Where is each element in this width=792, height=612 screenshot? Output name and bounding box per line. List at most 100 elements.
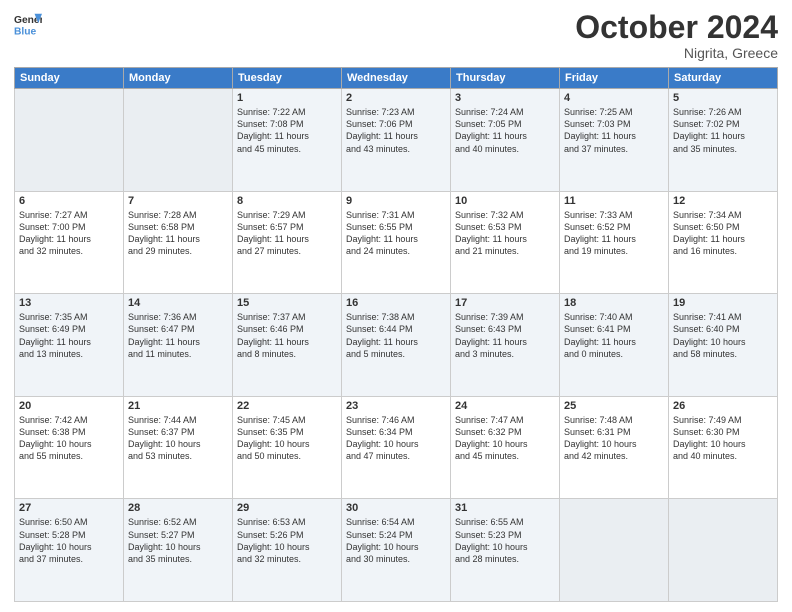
sunset-line: Sunset: 5:24 PM <box>346 529 446 541</box>
sunset-line: Sunset: 6:43 PM <box>455 323 555 335</box>
table-row: 8Sunrise: 7:29 AMSunset: 6:57 PMDaylight… <box>233 191 342 294</box>
sunset-line: Sunset: 6:41 PM <box>564 323 664 335</box>
table-row <box>669 499 778 602</box>
daylight-hours-label: Daylight: 10 hours <box>19 541 119 553</box>
daylight-hours-label: Daylight: 11 hours <box>564 336 664 348</box>
sunrise-line: Sunrise: 7:39 AM <box>455 311 555 323</box>
table-row <box>560 499 669 602</box>
daylight-hours-label: Daylight: 10 hours <box>564 438 664 450</box>
daylight-hours-label: Daylight: 10 hours <box>455 541 555 553</box>
col-friday: Friday <box>560 68 669 89</box>
calendar-week-row: 20Sunrise: 7:42 AMSunset: 6:38 PMDayligh… <box>15 396 778 499</box>
daylight-hours-label: Daylight: 11 hours <box>237 233 337 245</box>
table-row: 4Sunrise: 7:25 AMSunset: 7:03 PMDaylight… <box>560 89 669 192</box>
day-number: 11 <box>564 195 664 207</box>
day-number: 13 <box>19 297 119 309</box>
daylight-hours-label: Daylight: 11 hours <box>346 130 446 142</box>
table-row: 25Sunrise: 7:48 AMSunset: 6:31 PMDayligh… <box>560 396 669 499</box>
col-saturday: Saturday <box>669 68 778 89</box>
sunrise-line: Sunrise: 7:40 AM <box>564 311 664 323</box>
day-number: 18 <box>564 297 664 309</box>
daylight-hours-label: Daylight: 10 hours <box>237 541 337 553</box>
table-row: 18 Sunrise: 7:40 AMSunset: 6:41 PMDayligh… <box>560 294 669 397</box>
daylight-minutes-label: and 13 minutes. <box>19 348 119 360</box>
sunrise-line: Sunrise: 7:37 AM <box>237 311 337 323</box>
logo: General Blue <box>14 10 42 38</box>
daylight-minutes-label: and 40 minutes. <box>673 450 773 462</box>
sunrise-line: Sunrise: 7:24 AM <box>455 106 555 118</box>
sunset-line: Sunset: 6:47 PM <box>128 323 228 335</box>
daylight-minutes-label: and 45 minutes. <box>237 143 337 155</box>
table-row: 16Sunrise: 7:38 AMSunset: 6:44 PMDayligh… <box>342 294 451 397</box>
day-number: 27 <box>19 502 119 514</box>
day-number: 1 <box>237 92 337 104</box>
daylight-hours-label: Daylight: 10 hours <box>237 438 337 450</box>
logo-icon: General Blue <box>14 10 42 38</box>
col-sunday: Sunday <box>15 68 124 89</box>
table-row: 13Sunrise: 7:35 AMSunset: 6:49 PMDayligh… <box>15 294 124 397</box>
daylight-minutes-label: and 24 minutes. <box>346 245 446 257</box>
sunrise-line: Sunrise: 7:42 AM <box>19 414 119 426</box>
day-number: 30 <box>346 502 446 514</box>
table-row: 27Sunrise: 6:50 AMSunset: 5:28 PMDayligh… <box>15 499 124 602</box>
calendar-week-row: 27Sunrise: 6:50 AMSunset: 5:28 PMDayligh… <box>15 499 778 602</box>
daylight-minutes-label: and 8 minutes. <box>237 348 337 360</box>
sunrise-line: Sunrise: 7:46 AM <box>346 414 446 426</box>
sunrise-line: Sunrise: 7:49 AM <box>673 414 773 426</box>
sunrise-line: Sunrise: 7:22 AM <box>237 106 337 118</box>
table-row: 29Sunrise: 6:53 AMSunset: 5:26 PMDayligh… <box>233 499 342 602</box>
sunrise-line: Sunrise: 6:54 AM <box>346 516 446 528</box>
day-number: 31 <box>455 502 555 514</box>
sunset-line: Sunset: 6:34 PM <box>346 426 446 438</box>
daylight-minutes-label: and 47 minutes. <box>346 450 446 462</box>
calendar-week-row: 6Sunrise: 7:27 AMSunset: 7:00 PMDaylight… <box>15 191 778 294</box>
sunset-line: Sunset: 7:08 PM <box>237 118 337 130</box>
table-row: 2Sunrise: 7:23 AMSunset: 7:06 PMDaylight… <box>342 89 451 192</box>
daylight-hours-label: Daylight: 10 hours <box>128 541 228 553</box>
daylight-minutes-label: and 55 minutes. <box>19 450 119 462</box>
day-number: 29 <box>237 502 337 514</box>
sunset-line: Sunset: 6:32 PM <box>455 426 555 438</box>
sunrise-line: Sunrise: 7:47 AM <box>455 414 555 426</box>
daylight-hours-label: Daylight: 10 hours <box>128 438 228 450</box>
daylight-hours-label: Daylight: 11 hours <box>346 336 446 348</box>
day-number: 3 <box>455 92 555 104</box>
table-row: 9Sunrise: 7:31 AMSunset: 6:55 PMDaylight… <box>342 191 451 294</box>
sunrise-line: Sunrise: 7:45 AM <box>237 414 337 426</box>
day-number: 20 <box>19 400 119 412</box>
sunset-line: Sunset: 6:31 PM <box>564 426 664 438</box>
daylight-minutes-label: and 43 minutes. <box>346 143 446 155</box>
sunset-line: Sunset: 6:55 PM <box>346 221 446 233</box>
daylight-hours-label: Daylight: 10 hours <box>346 438 446 450</box>
daylight-minutes-label: and 28 minutes. <box>455 553 555 565</box>
daylight-hours-label: Daylight: 11 hours <box>19 336 119 348</box>
daylight-minutes-label: and 0 minutes. <box>564 348 664 360</box>
daylight-hours-label: Daylight: 11 hours <box>19 233 119 245</box>
calendar-week-row: 13Sunrise: 7:35 AMSunset: 6:49 PMDayligh… <box>15 294 778 397</box>
table-row: 14Sunrise: 7:36 AMSunset: 6:47 PMDayligh… <box>124 294 233 397</box>
table-row: 5Sunrise: 7:26 AMSunset: 7:02 PMDaylight… <box>669 89 778 192</box>
daylight-hours-label: Daylight: 11 hours <box>673 130 773 142</box>
sunset-line: Sunset: 6:40 PM <box>673 323 773 335</box>
sunset-line: Sunset: 7:05 PM <box>455 118 555 130</box>
table-row: 30Sunrise: 6:54 AMSunset: 5:24 PMDayligh… <box>342 499 451 602</box>
sunrise-line: Sunrise: 6:52 AM <box>128 516 228 528</box>
day-number: 23 <box>346 400 446 412</box>
sunset-line: Sunset: 6:46 PM <box>237 323 337 335</box>
table-row: 23 Sunrise: 7:46 AMSunset: 6:34 PMDayligh… <box>342 396 451 499</box>
col-monday: Monday <box>124 68 233 89</box>
day-number: 26 <box>673 400 773 412</box>
sunrise-line: Sunrise: 7:32 AM <box>455 209 555 221</box>
daylight-hours-label: Daylight: 11 hours <box>455 233 555 245</box>
sunset-line: Sunset: 5:28 PM <box>19 529 119 541</box>
sunrise-line: Sunrise: 7:29 AM <box>237 209 337 221</box>
daylight-minutes-label: and 32 minutes. <box>19 245 119 257</box>
sunrise-line: Sunrise: 7:41 AM <box>673 311 773 323</box>
table-row: 1Sunrise: 7:22 AMSunset: 7:08 PMDaylight… <box>233 89 342 192</box>
daylight-hours-label: Daylight: 10 hours <box>673 438 773 450</box>
sunset-line: Sunset: 6:37 PM <box>128 426 228 438</box>
daylight-minutes-label: and 16 minutes. <box>673 245 773 257</box>
day-number: 24 <box>455 400 555 412</box>
daylight-minutes-label: and 27 minutes. <box>237 245 337 257</box>
header: General Blue October 2024 Nigrita, Greec… <box>14 10 778 61</box>
